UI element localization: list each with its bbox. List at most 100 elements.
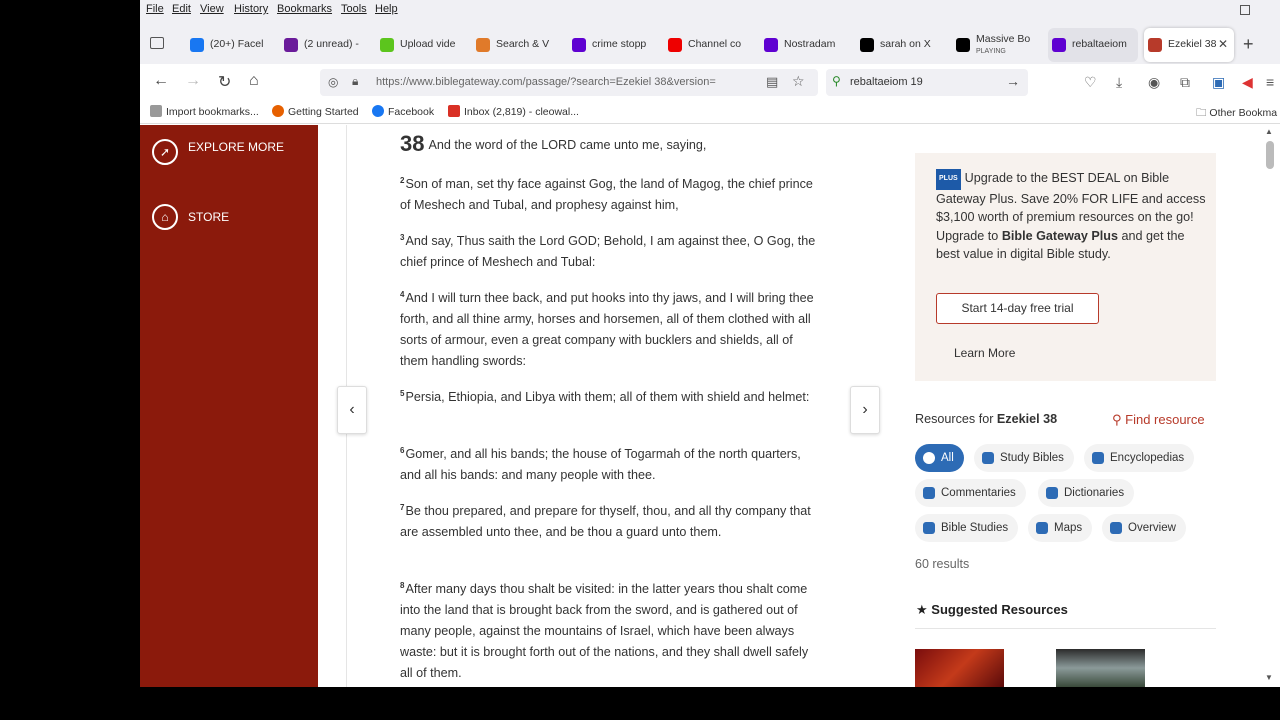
maps-icon <box>1036 522 1048 534</box>
extension-icon[interactable]: ▣ <box>1212 74 1225 91</box>
tab-11[interactable]: Ezekiel 38 ✕ <box>1144 28 1234 62</box>
x-icon <box>956 38 970 52</box>
menu-history[interactable]: History <box>234 3 268 15</box>
facebook-icon <box>190 38 204 52</box>
megaphone-icon[interactable]: ◀ <box>1242 74 1253 91</box>
reader-view-icon[interactable]: ▤ <box>766 74 778 90</box>
chip-maps[interactable]: Maps <box>1028 514 1093 542</box>
star-icon: ★ <box>916 602 932 617</box>
extensions-icon[interactable]: ⧉ <box>1180 74 1190 91</box>
menu-file[interactable]: File <box>146 3 164 15</box>
chip-all[interactable]: All <box>915 444 964 472</box>
gmail-icon <box>448 105 460 117</box>
resource-thumbnail[interactable] <box>1056 649 1145 687</box>
verse-number: 4 <box>400 290 405 299</box>
menu-icon[interactable]: ≡ <box>1266 74 1274 90</box>
verse-number: 5 <box>400 389 405 398</box>
search-go-icon[interactable]: → <box>1006 73 1020 89</box>
verse-number: 7 <box>400 503 405 512</box>
bookmark-inbox[interactable]: Inbox (2,819) - cleowal... <box>448 105 579 118</box>
reload-icon[interactable]: ↻ <box>218 72 231 92</box>
maximize-icon[interactable] <box>1240 5 1250 15</box>
downloads-icon[interactable]: ⤓ <box>1116 74 1122 91</box>
verse-text: And I will turn thee back, and put hooks… <box>400 291 814 368</box>
next-chapter-button[interactable]: › <box>850 386 880 434</box>
search-icon <box>476 38 490 52</box>
free-trial-button[interactable]: Start 14-day free trial <box>936 293 1099 324</box>
shield-icon[interactable]: ◎ <box>328 75 338 89</box>
learn-more-link[interactable]: Learn More <box>954 346 1015 360</box>
tab-6[interactable]: Channel co <box>664 28 754 62</box>
study-bibles-icon <box>982 452 994 464</box>
verse: 4And I will turn thee back, and put hook… <box>400 284 820 372</box>
verse-text: Be thou prepared, and prepare for thysel… <box>400 504 811 539</box>
import-icon <box>150 105 162 117</box>
close-tab-icon[interactable]: ✕ <box>1218 37 1228 51</box>
prev-chapter-button[interactable]: ‹ <box>337 386 367 434</box>
lock-icon[interactable]: 🔒︎ <box>352 74 358 89</box>
chip-commentaries[interactable]: Commentaries <box>915 479 1026 507</box>
url-text[interactable]: https://www.biblegateway.com/passage/?se… <box>376 76 756 88</box>
overview-icon <box>1110 522 1122 534</box>
url-bar[interactable]: ◎ 🔒︎ https://www.biblegateway.com/passag… <box>320 69 818 96</box>
scroll-thumb[interactable] <box>1266 141 1274 169</box>
bookmark-star-icon[interactable]: ☆ <box>792 73 805 90</box>
tab-5[interactable]: crime stopp <box>568 28 658 62</box>
tab-1[interactable]: (20+) Facel <box>186 28 276 62</box>
tab-3[interactable]: Upload vide <box>376 28 466 62</box>
chip-encyclopedias[interactable]: Encyclopedias <box>1084 444 1195 472</box>
menu-edit[interactable]: Edit <box>172 3 191 15</box>
plus-promo: PLUS Upgrade to the BEST DEAL on Bible Ga… <box>915 153 1216 381</box>
verse-text: And the word of the LORD came unto me, s… <box>428 138 707 152</box>
dictionaries-icon <box>1046 487 1058 499</box>
new-tab-icon[interactable]: + <box>1243 34 1254 55</box>
verse: 3And say, Thus saith the Lord GOD; Behol… <box>400 227 820 273</box>
search-query[interactable]: rebaltaeiom 19 <box>850 76 923 88</box>
resource-thumbnail[interactable] <box>915 649 1004 687</box>
chip-overview[interactable]: Overview <box>1102 514 1186 542</box>
scroll-down-icon[interactable]: ▼ <box>1265 673 1273 682</box>
forward-icon[interactable]: → <box>185 72 201 90</box>
firefox-icon <box>272 105 284 117</box>
tab-10[interactable]: rebaltaeiom <box>1048 28 1138 62</box>
verse-number: 8 <box>400 581 405 590</box>
menu-help[interactable]: Help <box>375 3 398 15</box>
bible-studies-icon <box>923 522 935 534</box>
tab-2[interactable]: (2 unread) - <box>280 28 370 62</box>
verse: 7Be thou prepared, and prepare for thyse… <box>400 497 820 543</box>
tab-9[interactable]: Massive Bo PLAYING <box>952 28 1042 62</box>
tab-label: Search & V <box>496 38 550 50</box>
chip-bible-studies[interactable]: Bible Studies <box>915 514 1019 542</box>
page-content: ➚ EXPLORE MORE ⌂ STORE ‹ › 38 And the wor… <box>140 125 1280 687</box>
promo-text: PLUS Upgrade to the BEST DEAL on Bible Ga… <box>936 169 1206 262</box>
chip-study-bibles[interactable]: Study Bibles <box>974 444 1074 472</box>
tab-7[interactable]: Nostradam <box>760 28 850 62</box>
tab-4[interactable]: Search & V <box>472 28 562 62</box>
bookmark-import[interactable]: Import bookmarks... <box>150 105 259 118</box>
menu-tools[interactable]: Tools <box>341 3 367 15</box>
menu-view[interactable]: View <box>200 3 224 15</box>
tab-label: sarah on X <box>880 38 931 50</box>
menu-bookmarks[interactable]: Bookmarks <box>277 3 332 15</box>
home-icon[interactable]: ⌂ <box>249 72 259 90</box>
chip-dictionaries[interactable]: Dictionaries <box>1038 479 1135 507</box>
search-bar[interactable]: ⚲ rebaltaeiom 19 → <box>826 69 1028 96</box>
account-icon[interactable]: ◉ <box>1148 74 1160 91</box>
yahoo-icon <box>764 38 778 52</box>
tab-label: (2 unread) - <box>304 38 359 50</box>
back-icon[interactable]: ← <box>153 72 169 90</box>
scrollbar[interactable]: ▲ ▼ <box>1260 125 1280 687</box>
youtube-icon <box>668 38 682 52</box>
pocket-icon[interactable]: ♡ <box>1084 74 1097 91</box>
tab-8[interactable]: sarah on X <box>856 28 946 62</box>
verse-text: Gomer, and all his bands; the house of T… <box>400 447 801 482</box>
other-bookmarks[interactable]: 🗀︎ Other Bookma <box>1196 105 1277 123</box>
find-resource-link[interactable]: ⚲ Find resource <box>1112 412 1205 428</box>
bookmark-facebook[interactable]: Facebook <box>372 105 434 118</box>
scroll-up-icon[interactable]: ▲ <box>1265 127 1273 136</box>
biblegateway-icon <box>1148 38 1162 52</box>
tab-list-icon[interactable] <box>150 37 164 49</box>
bookmark-getting-started[interactable]: Getting Started <box>272 105 359 118</box>
menu-bar: File Edit View History Bookmarks Tools H… <box>140 0 1280 20</box>
all-icon <box>923 452 935 464</box>
